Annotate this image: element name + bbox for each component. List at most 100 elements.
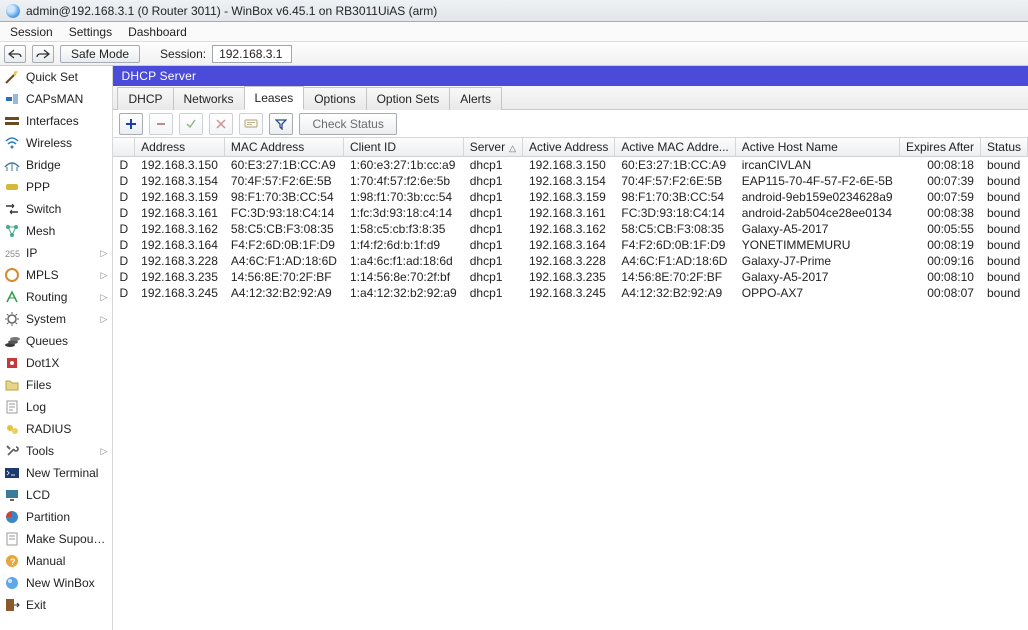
- comment-button[interactable]: [239, 113, 263, 135]
- tab-dhcp[interactable]: DHCP: [117, 87, 173, 110]
- cell-address: 192.168.3.159: [135, 189, 225, 205]
- sidebar-item-label: RADIUS: [26, 422, 108, 436]
- menu-session[interactable]: Session: [10, 25, 53, 39]
- col-status[interactable]: Status: [980, 138, 1027, 157]
- tab-networks[interactable]: Networks: [173, 87, 245, 110]
- sidebar-item-label: Exit: [26, 598, 108, 612]
- sidebar-item-bridge[interactable]: Bridge: [0, 154, 112, 176]
- cell-server: dhcp1: [463, 157, 522, 173]
- sidebar-item-label: Manual: [26, 554, 108, 568]
- sidebar-item-capsman[interactable]: CAPsMAN: [0, 88, 112, 110]
- sidebar-item-mesh[interactable]: Mesh: [0, 220, 112, 242]
- cell-expires: 00:08:38: [899, 205, 980, 221]
- remove-button[interactable]: [149, 113, 173, 135]
- menu-settings[interactable]: Settings: [69, 25, 112, 39]
- cell-clientid: 1:14:56:8e:70:2f:bf: [343, 269, 463, 285]
- sidebar-item-ip[interactable]: 255IP▷: [0, 242, 112, 264]
- sidebar-item-label: New WinBox: [26, 576, 108, 590]
- sidebar-item-interfaces[interactable]: Interfaces: [0, 110, 112, 132]
- cell-mac: 70:4F:57:F2:6E:5B: [224, 173, 343, 189]
- sidebar-item-routing[interactable]: Routing▷: [0, 286, 112, 308]
- cell-server: dhcp1: [463, 253, 522, 269]
- table-row[interactable]: D192.168.3.164F4:F2:6D:0B:1F:D91:f4:f2:6…: [113, 237, 1027, 253]
- col-expires[interactable]: Expires After: [899, 138, 980, 157]
- table-row[interactable]: D192.168.3.15470:4F:57:F2:6E:5B1:70:4f:5…: [113, 173, 1027, 189]
- tab-option-sets[interactable]: Option Sets: [366, 87, 451, 110]
- col-flag[interactable]: [113, 138, 134, 157]
- filter-button[interactable]: [269, 113, 293, 135]
- sidebar-item-partition[interactable]: Partition: [0, 506, 112, 528]
- cell-expires: 00:05:55: [899, 221, 980, 237]
- sidebar-item-switch[interactable]: Switch: [0, 198, 112, 220]
- sidebar-item-label: Tools: [26, 444, 94, 458]
- sidebar-item-new-terminal[interactable]: New Terminal: [0, 462, 112, 484]
- sidebar-item-new-winbox[interactable]: New WinBox: [0, 572, 112, 594]
- table-row[interactable]: D192.168.3.245A4:12:32:B2:92:A91:a4:12:3…: [113, 285, 1027, 301]
- cell-clientid: 1:98:f1:70:3b:cc:54: [343, 189, 463, 205]
- table-row[interactable]: D192.168.3.161FC:3D:93:18:C4:141:fc:3d:9…: [113, 205, 1027, 221]
- sidebar-item-ppp[interactable]: PPP: [0, 176, 112, 198]
- sidebar-item-radius[interactable]: RADIUS: [0, 418, 112, 440]
- sidebar-item-label: Quick Set: [26, 70, 108, 84]
- cell-active-mac: FC:3D:93:18:C4:14: [615, 205, 735, 221]
- tab-leases[interactable]: Leases: [244, 86, 305, 110]
- sidebar-item-wireless[interactable]: Wireless: [0, 132, 112, 154]
- cell-clientid: 1:f4:f2:6d:b:1f:d9: [343, 237, 463, 253]
- table-row[interactable]: D192.168.3.228A4:6C:F1:AD:18:6D1:a4:6c:f…: [113, 253, 1027, 269]
- sidebar-item-make-supout-rif[interactable]: Make Supout.rif: [0, 528, 112, 550]
- sidebar-item-mpls[interactable]: MPLS▷: [0, 264, 112, 286]
- sidebar-item-dot1x[interactable]: Dot1X: [0, 352, 112, 374]
- cell-address: 192.168.3.161: [135, 205, 225, 221]
- cell-mac: 60:E3:27:1B:CC:A9: [224, 157, 343, 173]
- mpls-icon: [4, 267, 20, 283]
- undo-button[interactable]: [4, 45, 26, 63]
- session-field[interactable]: 192.168.3.1: [212, 45, 292, 63]
- sidebar-item-quick-set[interactable]: Quick Set: [0, 66, 112, 88]
- col-clientid[interactable]: Client ID: [343, 138, 463, 157]
- svg-text:?: ?: [10, 557, 16, 567]
- check-status-button[interactable]: Check Status: [299, 113, 396, 135]
- redo-button[interactable]: [32, 45, 54, 63]
- table-row[interactable]: D192.168.3.23514:56:8E:70:2F:BF1:14:56:8…: [113, 269, 1027, 285]
- app-icon: [6, 4, 20, 18]
- col-address[interactable]: Address: [135, 138, 225, 157]
- tab-alerts[interactable]: Alerts: [449, 87, 502, 110]
- sidebar-item-exit[interactable]: Exit: [0, 594, 112, 616]
- enable-button[interactable]: [179, 113, 203, 135]
- sidebar-item-files[interactable]: Files: [0, 374, 112, 396]
- tab-options[interactable]: Options: [303, 87, 366, 110]
- ppp-icon: [4, 179, 20, 195]
- log-icon: [4, 399, 20, 415]
- cell-clientid: 1:a4:6c:f1:ad:18:6d: [343, 253, 463, 269]
- safe-mode-button[interactable]: Safe Mode: [60, 45, 140, 63]
- sidebar-item-queues[interactable]: Queues: [0, 330, 112, 352]
- disable-button[interactable]: [209, 113, 233, 135]
- sidebar: Quick Set CAPsMANInterfaces Wireless Bridge…: [0, 66, 113, 630]
- chevron-right-icon: ▷: [100, 292, 108, 303]
- cell-host: YONETIMMEMURU: [735, 237, 899, 253]
- cell-address: 192.168.3.235: [135, 269, 225, 285]
- routing-icon: [4, 289, 20, 305]
- cell-flag: D: [113, 173, 134, 189]
- col-active-mac[interactable]: Active MAC Addre...: [615, 138, 735, 157]
- cell-host: OPPO-AX7: [735, 285, 899, 301]
- cell-active-mac: 60:E3:27:1B:CC:A9: [615, 157, 735, 173]
- sidebar-item-log[interactable]: Log: [0, 396, 112, 418]
- cell-mac: FC:3D:93:18:C4:14: [224, 205, 343, 221]
- leases-table-wrap[interactable]: Address MAC Address Client ID Server△ Ac…: [113, 138, 1028, 630]
- sidebar-item-system[interactable]: System▷: [0, 308, 112, 330]
- col-server[interactable]: Server△: [463, 138, 522, 157]
- col-active-host[interactable]: Active Host Name: [735, 138, 899, 157]
- sidebar-item-manual[interactable]: ? Manual: [0, 550, 112, 572]
- table-row[interactable]: D192.168.3.15998:F1:70:3B:CC:541:98:f1:7…: [113, 189, 1027, 205]
- add-button[interactable]: [119, 113, 143, 135]
- table-row[interactable]: D192.168.3.16258:C5:CB:F3:08:351:58:c5:c…: [113, 221, 1027, 237]
- col-active-address[interactable]: Active Address: [523, 138, 615, 157]
- table-row[interactable]: D192.168.3.15060:E3:27:1B:CC:A91:60:e3:2…: [113, 157, 1027, 173]
- sidebar-item-label: Wireless: [26, 136, 108, 150]
- window-title: admin@192.168.3.1 (0 Router 3011) - WinB…: [26, 4, 437, 18]
- sidebar-item-tools[interactable]: Tools▷: [0, 440, 112, 462]
- sidebar-item-lcd[interactable]: LCD: [0, 484, 112, 506]
- menu-dashboard[interactable]: Dashboard: [128, 25, 187, 39]
- col-mac[interactable]: MAC Address: [224, 138, 343, 157]
